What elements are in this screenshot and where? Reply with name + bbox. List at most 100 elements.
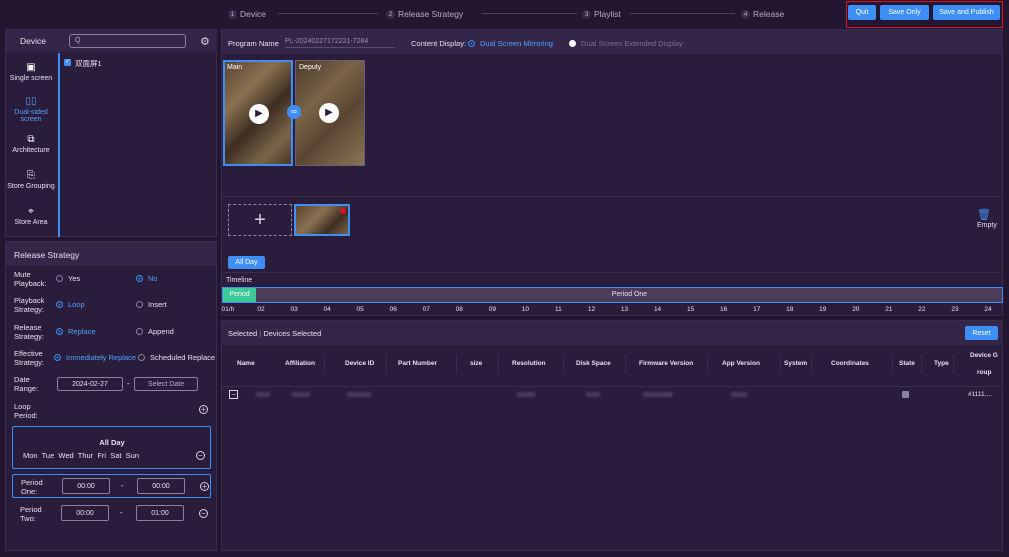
- period-one-end-input[interactable]: 00:00: [137, 478, 185, 494]
- all-day-title: All Day: [99, 438, 125, 447]
- program-panel: Program Name PL-20240227172221-7284 Cont…: [221, 29, 1003, 316]
- column-size[interactable]: size: [470, 360, 482, 367]
- column-affiliation[interactable]: Affiliation: [285, 360, 315, 367]
- column-state[interactable]: State: [899, 360, 915, 367]
- immediately-replace-radio[interactable]: Immediately Replace: [54, 353, 136, 362]
- timeline-hour-label: 23: [951, 306, 959, 313]
- divider: [222, 196, 1003, 197]
- save-only-button[interactable]: Save Only: [880, 5, 929, 20]
- period-one-start-input[interactable]: 00:00: [62, 478, 110, 494]
- tab-all-day[interactable]: All Day: [228, 256, 265, 269]
- column-app-version[interactable]: App Version: [722, 360, 760, 367]
- column-name[interactable]: Name: [237, 360, 255, 367]
- loop-radio[interactable]: Loop: [56, 300, 85, 309]
- tree-item-label[interactable]: 双面屏1: [75, 58, 102, 69]
- divider: [222, 386, 1002, 387]
- mute-no-radio[interactable]: No: [136, 274, 158, 283]
- empty-button[interactable]: Empty: [977, 222, 997, 229]
- add-period-icon[interactable]: +: [199, 405, 208, 414]
- play-icon[interactable]: ▶: [319, 103, 339, 123]
- play-icon[interactable]: ▶: [249, 104, 269, 124]
- period-one-block[interactable]: Period One: [256, 288, 1003, 302]
- column-type[interactable]: Type: [934, 360, 949, 367]
- step-device[interactable]: 1 Device: [228, 9, 266, 19]
- column-part-number[interactable]: Part Number: [398, 360, 437, 367]
- scheduled-replace-radio[interactable]: Scheduled Replace: [138, 353, 215, 362]
- divider: [780, 355, 781, 373]
- insert-radio[interactable]: Insert: [136, 300, 167, 309]
- column-device-group[interactable]: Device G: [970, 352, 998, 359]
- timeline-hour-label: 14: [653, 306, 662, 313]
- timeline-hour-label: 16: [720, 306, 728, 313]
- timeline-hour-label: 08: [455, 306, 463, 313]
- save-and-publish-button[interactable]: Save and Publish: [933, 5, 1000, 20]
- redacted-affiliation: [292, 392, 310, 397]
- column-system[interactable]: System: [784, 360, 807, 367]
- delete-badge-icon[interactable]: [340, 208, 346, 214]
- timeline-hour-label: 18: [786, 306, 794, 313]
- divider: [811, 355, 812, 373]
- reset-button[interactable]: Reset: [965, 326, 998, 340]
- step-playlist[interactable]: 3 Playlist: [582, 9, 621, 19]
- divider: [498, 355, 499, 373]
- column-device-id[interactable]: Device ID: [345, 360, 374, 367]
- add-period-icon[interactable]: +: [200, 482, 209, 491]
- mute-playback-label: Mute Playback:: [14, 270, 47, 288]
- monitor-icon: ▣: [26, 62, 36, 73]
- collapse-row-icon[interactable]: −: [229, 390, 238, 399]
- timeline-hour-label: 04: [323, 306, 331, 313]
- program-name-input[interactable]: PL-20240227172221-7284: [285, 38, 395, 48]
- main-preview[interactable]: Main ▶: [223, 60, 293, 166]
- tree-checkbox[interactable]: ✓: [64, 59, 71, 66]
- quit-button[interactable]: Quit: [848, 5, 876, 20]
- state-indicator-icon: [902, 391, 909, 398]
- timeline-hour-label: 02: [257, 306, 265, 313]
- divider: [222, 272, 1003, 273]
- redacted-app-version: [731, 392, 747, 397]
- sidebar-item-architecture[interactable]: ⧉ Architecture: [6, 134, 56, 154]
- sidebar-item-single-screen[interactable]: ▣ Single screen: [6, 62, 56, 82]
- link-icon[interactable]: ∞: [287, 105, 301, 119]
- add-media-button[interactable]: +: [228, 204, 292, 236]
- redacted-disk-space: [586, 392, 600, 397]
- start-date-input[interactable]: 2024-02-27: [57, 377, 123, 391]
- end-date-input[interactable]: Select Date: [134, 377, 198, 391]
- sidebar-item-store-grouping[interactable]: ⎘ Store Grouping: [6, 170, 56, 190]
- dual-screen-extended-radio[interactable]: Dual Screen Extended Display: [569, 39, 683, 48]
- remove-period-icon[interactable]: −: [199, 509, 208, 518]
- media-thumbnail[interactable]: [294, 204, 350, 236]
- selection-summary: Selected | Devices Selected: [228, 329, 322, 338]
- sidebar-item-store-area[interactable]: ⌖ Store Area: [6, 206, 56, 226]
- remove-period-icon[interactable]: −: [196, 451, 205, 460]
- period-two-end-input[interactable]: 01:00: [136, 505, 184, 521]
- dual-screen-mirroring-radio[interactable]: Dual Screen Mirroring: [468, 39, 553, 48]
- device-panel: Device Q ⚙ ▣ Single screen ▯▯ Dual-sided s…: [5, 29, 217, 237]
- divider: [707, 355, 708, 373]
- period-two-start-input[interactable]: 00:00: [61, 505, 109, 521]
- append-radio[interactable]: Append: [136, 327, 174, 336]
- timeline-bar[interactable]: Period Period One: [222, 287, 1003, 303]
- devices-panel: Selected | Devices Selected Reset: [221, 320, 1003, 551]
- timeline-hour-label: 07: [422, 306, 430, 313]
- replace-radio[interactable]: Replace: [56, 327, 96, 336]
- deputy-preview[interactable]: Deputy ▶: [295, 60, 365, 166]
- column-resolution[interactable]: Resolution: [512, 360, 546, 367]
- step-release-strategy[interactable]: 2 Release Strategy: [386, 9, 463, 19]
- filter-sliders-icon[interactable]: ⚙: [200, 35, 210, 48]
- mute-yes-radio[interactable]: Yes: [56, 274, 80, 283]
- timeline-hour-label: 17: [753, 306, 761, 313]
- sidebar-item-dual-sided-screen[interactable]: ▯▯ Dual-sided screen: [6, 96, 56, 123]
- location-pin-icon: ⌖: [28, 206, 34, 217]
- timeline-hour-label: 11: [555, 306, 562, 313]
- timeline-hour-label: 21: [885, 306, 893, 313]
- timeline-hour-label: 12: [587, 306, 596, 313]
- step-release[interactable]: 4 Release: [741, 9, 784, 19]
- timeline-hour-label: 15: [686, 306, 695, 313]
- column-coordinates[interactable]: Coordinates: [831, 360, 869, 367]
- trash-icon[interactable]: 🗑: [977, 208, 991, 221]
- device-search-input[interactable]: Q: [69, 34, 186, 48]
- all-day-card[interactable]: All Day Mon Tue Wed Thur Fri Sat Sun −: [12, 426, 211, 469]
- column-disk-space[interactable]: Disk Space: [576, 360, 611, 367]
- period-separator: -: [120, 508, 123, 517]
- column-firmware-version[interactable]: Firmware Version: [639, 360, 693, 367]
